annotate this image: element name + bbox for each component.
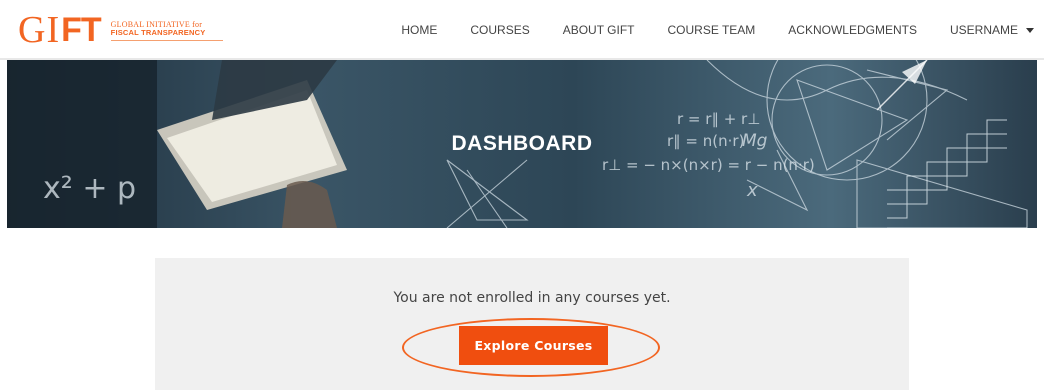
page-title: DASHBOARD (451, 132, 593, 155)
logo-tagline: GLOBAL INITIATIVE for FISCAL TRANSPARENC… (110, 19, 223, 41)
gift-logo[interactable]: GI FT GLOBAL INITIATIVE for FISCAL TRANSP… (18, 9, 223, 51)
main-nav: HOME COURSES ABOUT GIFT COURSE TEAM ACKN… (368, 0, 1034, 60)
formula-r-perp: r⊥ = − n×(n×r) = r − n(n·r) (602, 156, 815, 174)
formula-r-sum: r = r∥ + r⊥ (677, 110, 760, 128)
explore-courses-button[interactable]: Explore Courses (459, 326, 608, 365)
logo-line2: FISCAL TRANSPARENCY (110, 28, 206, 37)
formula-x-squared: x² + p (43, 171, 136, 206)
empty-enrollment-message: You are not enrolled in any courses yet. (393, 290, 671, 306)
nav-course-team[interactable]: COURSE TEAM (668, 23, 756, 37)
enrollment-panel: You are not enrolled in any courses yet.… (155, 258, 909, 390)
logo-mark-right: FT (61, 11, 102, 49)
site-header: GI FT GLOBAL INITIATIVE for FISCAL TRANSP… (0, 0, 1044, 60)
user-menu-label: USERNAME (949, 23, 1018, 37)
dashboard-hero-banner: r = r∥ + r⊥ r∥ = n(n·r) r⊥ = − n×(n×r) =… (7, 60, 1037, 228)
nav-about-gift[interactable]: ABOUT GIFT (563, 23, 635, 37)
user-menu[interactable]: USERNAME (950, 23, 1034, 37)
logo-mark-left: GI (18, 9, 61, 51)
nav-courses[interactable]: COURSES (470, 23, 529, 37)
logo-underline (110, 40, 223, 41)
nav-home[interactable]: HOME (401, 23, 437, 37)
nav-acknowledgments[interactable]: ACKNOWLEDGMENTS (788, 23, 917, 37)
formula-x: x (746, 180, 758, 201)
caret-down-icon (1026, 27, 1034, 33)
